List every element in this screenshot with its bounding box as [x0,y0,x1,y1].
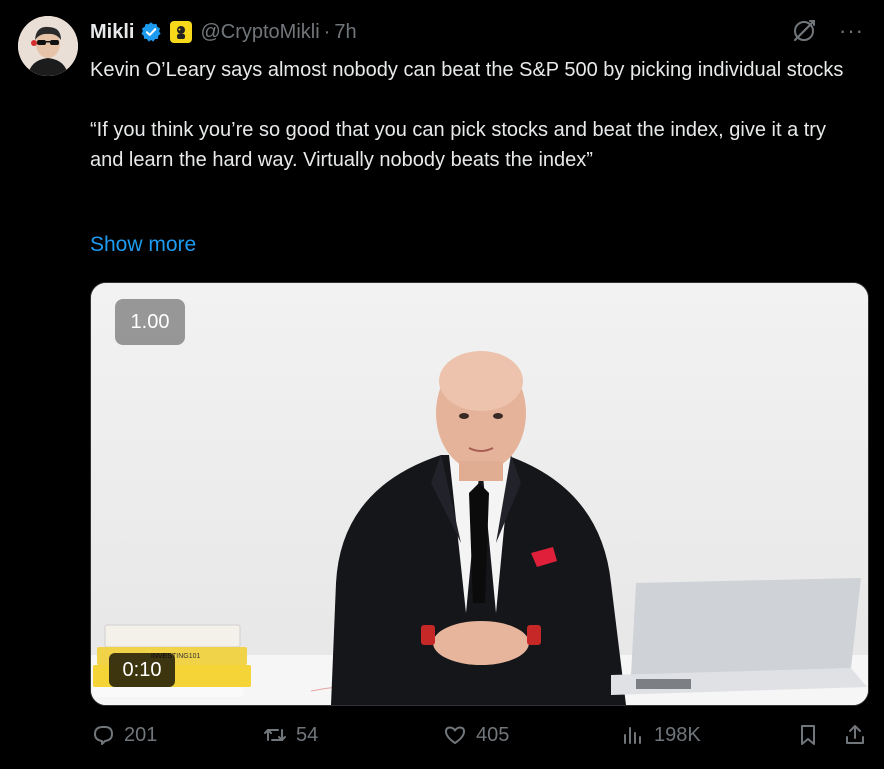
tweet-text: Kevin O’Leary says almost nobody can bea… [90,55,860,175]
separator-dot: · [323,20,331,43]
grok-icon[interactable] [791,18,817,44]
bookmark-button[interactable] [795,722,821,748]
video-frame: INVESTING101 [91,283,868,705]
more-icon[interactable]: ··· [839,20,864,42]
show-more-link[interactable]: Show more [90,233,196,257]
affiliate-badge-icon[interactable] [170,21,193,43]
avatar[interactable] [18,16,78,76]
views-count: 198K [654,723,701,746]
views-icon [624,727,641,744]
share-button[interactable] [842,722,868,748]
tweet-time[interactable]: 7h [334,21,356,44]
tweet-line-1: Kevin O’Leary says almost nobody can bea… [90,59,844,81]
bookmark-icon [801,725,815,745]
header-actions: ··· [791,18,864,44]
tweet-quote: “If you think you’re so good that you ca… [90,119,826,171]
repost-count: 54 [296,723,319,746]
like-button[interactable]: 405 [442,722,509,748]
repost-icon [264,729,286,741]
reply-count: 201 [124,723,158,746]
author-handle[interactable]: @CryptoMikli [200,21,319,44]
views-button[interactable]: 198K [620,722,701,748]
repost-button[interactable]: 54 [262,722,318,748]
tweet-actions: 201 54 405 198K [90,722,870,758]
reply-button[interactable]: 201 [90,722,157,748]
video-player[interactable]: INVESTING101 1.00 0:10 [90,282,869,706]
verified-icon [141,22,162,42]
reply-icon [94,726,113,745]
share-icon [846,725,864,744]
author-name[interactable]: Mikli [90,21,134,44]
like-count: 405 [476,723,510,746]
tweet-header: Mikli @CryptoMikli · 7h ··· [90,18,864,46]
video-duration: 0:10 [109,653,175,687]
like-icon [445,726,465,744]
playback-speed-button[interactable]: 1.00 [115,299,185,345]
